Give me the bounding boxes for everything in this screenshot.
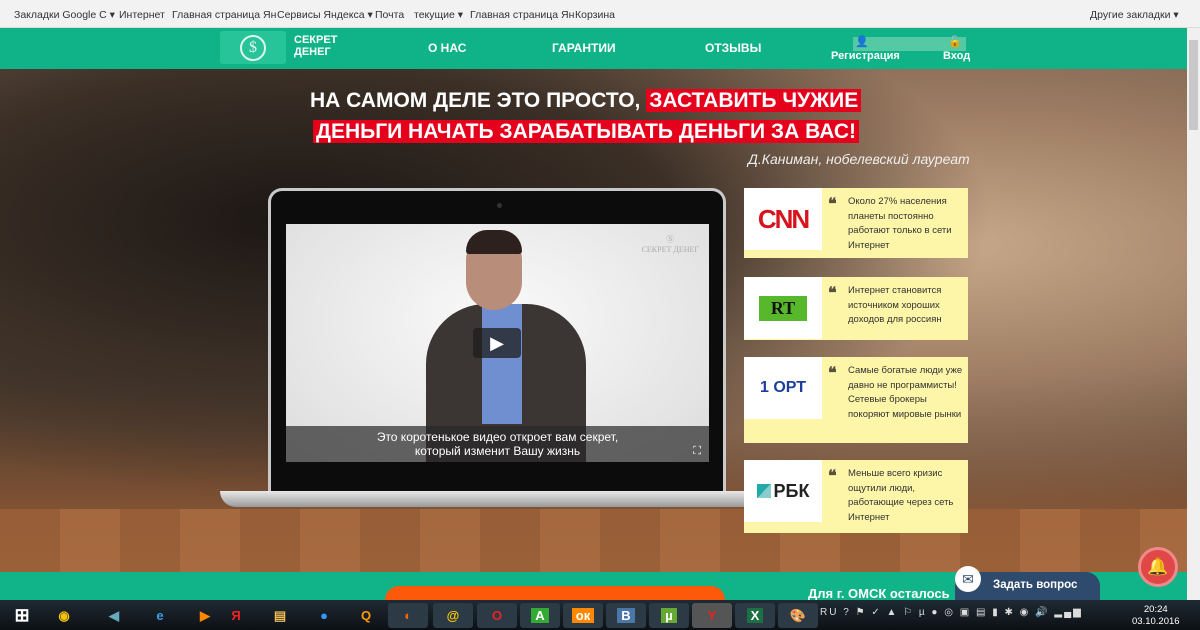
language-indicator[interactable]: RU	[820, 607, 838, 618]
utorrent-icon[interactable]: µ	[649, 603, 689, 628]
bookmark-yandex-home-2[interactable]: Главная страница Ян	[470, 9, 574, 21]
system-tray: RU ? ⚑ ✓ ▲ ⚐ µ ● ◎ ▣ ▤ ▮ ✱ ◉ 🔊 ▂▄▆	[820, 607, 1083, 618]
bookmark-other[interactable]: Другие закладки ▾	[1090, 9, 1179, 21]
testimonial-card-cnn: CNN ❝ Около 27% населения планеты постоя…	[744, 188, 968, 258]
wood-floor	[0, 509, 1187, 572]
scrollbar[interactable]	[1187, 28, 1200, 600]
presenter-hair	[466, 230, 522, 254]
yandex-icon[interactable]: Я	[216, 603, 256, 628]
rt-logo: RT	[744, 277, 822, 339]
paint-icon[interactable]: 🎨	[778, 603, 818, 628]
quote-author: Д.Каниман, нобелевский лауреат	[748, 151, 970, 167]
ort-logo: 1 ОРТ	[744, 357, 822, 419]
video-watermark: Ⓢ СЕКРЕТ ДЕНЕГ	[641, 235, 699, 254]
logo[interactable]: $	[220, 31, 286, 64]
odnoklassniki-icon[interactable]: ок	[563, 603, 603, 628]
a-app-icon[interactable]: A	[520, 603, 560, 628]
bookmarks-bar: Закладки Google C ▾ Интернет Главная стр…	[0, 0, 1200, 28]
nav-guarantees[interactable]: ГАРАНТИИ	[552, 41, 616, 55]
video-subtitle: Это коротенькое видео откроет вам секрет…	[286, 426, 709, 462]
cta-button[interactable]	[385, 586, 725, 600]
bookmark-google[interactable]: Закладки Google C ▾	[14, 9, 115, 21]
camera	[497, 203, 502, 208]
globe-icon[interactable]: ●	[304, 603, 344, 628]
video-player[interactable]: Ⓢ СЕКРЕТ ДЕНЕГ ▶ Это коротенькое видео от…	[286, 224, 709, 462]
scrollbar-thumb[interactable]	[1189, 40, 1198, 130]
fullscreen-icon[interactable]: ⛶	[693, 445, 701, 458]
card-text: Меньше всего кризис ощутили люди, работа…	[848, 468, 954, 523]
nav-reviews[interactable]: ОТЗЫВЫ	[705, 41, 761, 55]
logo-text[interactable]: СЕКРЕТ ДЕНЕГ	[294, 34, 337, 58]
chrome-icon[interactable]: ◉	[44, 603, 84, 628]
card-text: Около 27% населения планеты постоянно ра…	[848, 196, 952, 251]
ie-icon[interactable]: e	[140, 603, 180, 628]
notification-bell-icon[interactable]: 🔔	[1138, 547, 1178, 587]
card-text: Самые богатые люди уже давно не программ…	[848, 365, 963, 420]
clock[interactable]: 20:24 03.10.2016	[1132, 604, 1180, 628]
cnn-logo: CNN	[744, 188, 822, 250]
yandex-browser-icon[interactable]: Y	[692, 603, 732, 628]
site-header: $ СЕКРЕТ ДЕНЕГ О НАС ГАРАНТИИ ОТЗЫВЫ 👤 🔓 …	[0, 28, 1187, 69]
bookmark-yandex-services[interactable]: Сервисы Яндекса ▾	[277, 9, 373, 21]
envelope-icon[interactable]: ✉	[955, 566, 981, 592]
headline-line-2: ДЕНЬГИ НАЧАТЬ ЗАРАБАТЫВАТЬ ДЕНЬГИ ЗА ВАС…	[313, 120, 860, 144]
search-app-icon[interactable]: Q	[346, 603, 386, 628]
dollar-coin-icon: $	[240, 34, 266, 61]
testimonial-card-ort: 1 ОРТ ❝ Самые богатые люди уже давно не …	[744, 357, 968, 443]
laptop-base	[220, 491, 770, 507]
taskbar: ⊞ ◉ ◀ e ▶ Я ▤ ● Q ◐ @ O A ок В µ Y X 🎨 R…	[0, 600, 1200, 630]
vk-icon[interactable]: В	[606, 603, 646, 628]
testimonial-card-rbc: РБК ❝ Меньше всего кризис ощутили люди, …	[744, 460, 968, 533]
opera-icon[interactable]: O	[477, 603, 517, 628]
play-button[interactable]: ▶	[473, 328, 521, 358]
folder-icon[interactable]: ▤	[260, 603, 300, 628]
rbc-logo: РБК	[744, 460, 822, 522]
bookmark-internet[interactable]: Интернет	[119, 9, 165, 21]
start-button[interactable]: ⊞	[2, 603, 42, 628]
card-text: Интернет становится источником хороших д…	[848, 285, 942, 325]
bookmark-yandex-home[interactable]: Главная страница Ян	[172, 9, 276, 21]
excel-icon[interactable]: X	[735, 603, 775, 628]
unlock-icon: 🔓	[948, 36, 962, 48]
nav-about[interactable]: О НАС	[428, 41, 466, 55]
laptop-frame: Ⓢ СЕКРЕТ ДЕНЕГ ▶ Это коротенькое видео от…	[268, 188, 726, 498]
bookmark-current[interactable]: текущие ▾	[414, 9, 463, 21]
bookmark-mail[interactable]: Почта	[375, 9, 404, 21]
presenter-shirt	[482, 304, 522, 424]
headline-line-1: НА САМОМ ДЕЛЕ ЭТО ПРОСТО, ЗАСТАВИТЬ ЧУЖИ…	[310, 89, 862, 113]
login-link[interactable]: Вход	[943, 50, 970, 62]
add-user-icon: 👤	[855, 36, 869, 48]
auth-bar: 👤 🔓	[853, 36, 966, 51]
bookmark-trash[interactable]: Корзина	[575, 9, 615, 21]
quote-icon: ❝	[828, 468, 837, 485]
testimonial-card-rt: RT ❝ Интернет становится источником хоро…	[744, 277, 968, 340]
mail-agent-icon[interactable]: @	[433, 603, 473, 628]
quote-icon: ❝	[828, 196, 837, 213]
city-remaining-text: Для г. ОМСК осталось	[808, 586, 950, 601]
quote-icon: ❝	[828, 285, 837, 302]
firefox-icon[interactable]: ◐	[388, 603, 428, 628]
speaker-app-icon[interactable]: ◀	[94, 603, 134, 628]
register-link[interactable]: Регистрация	[831, 50, 900, 62]
quote-icon: ❝	[828, 365, 837, 382]
